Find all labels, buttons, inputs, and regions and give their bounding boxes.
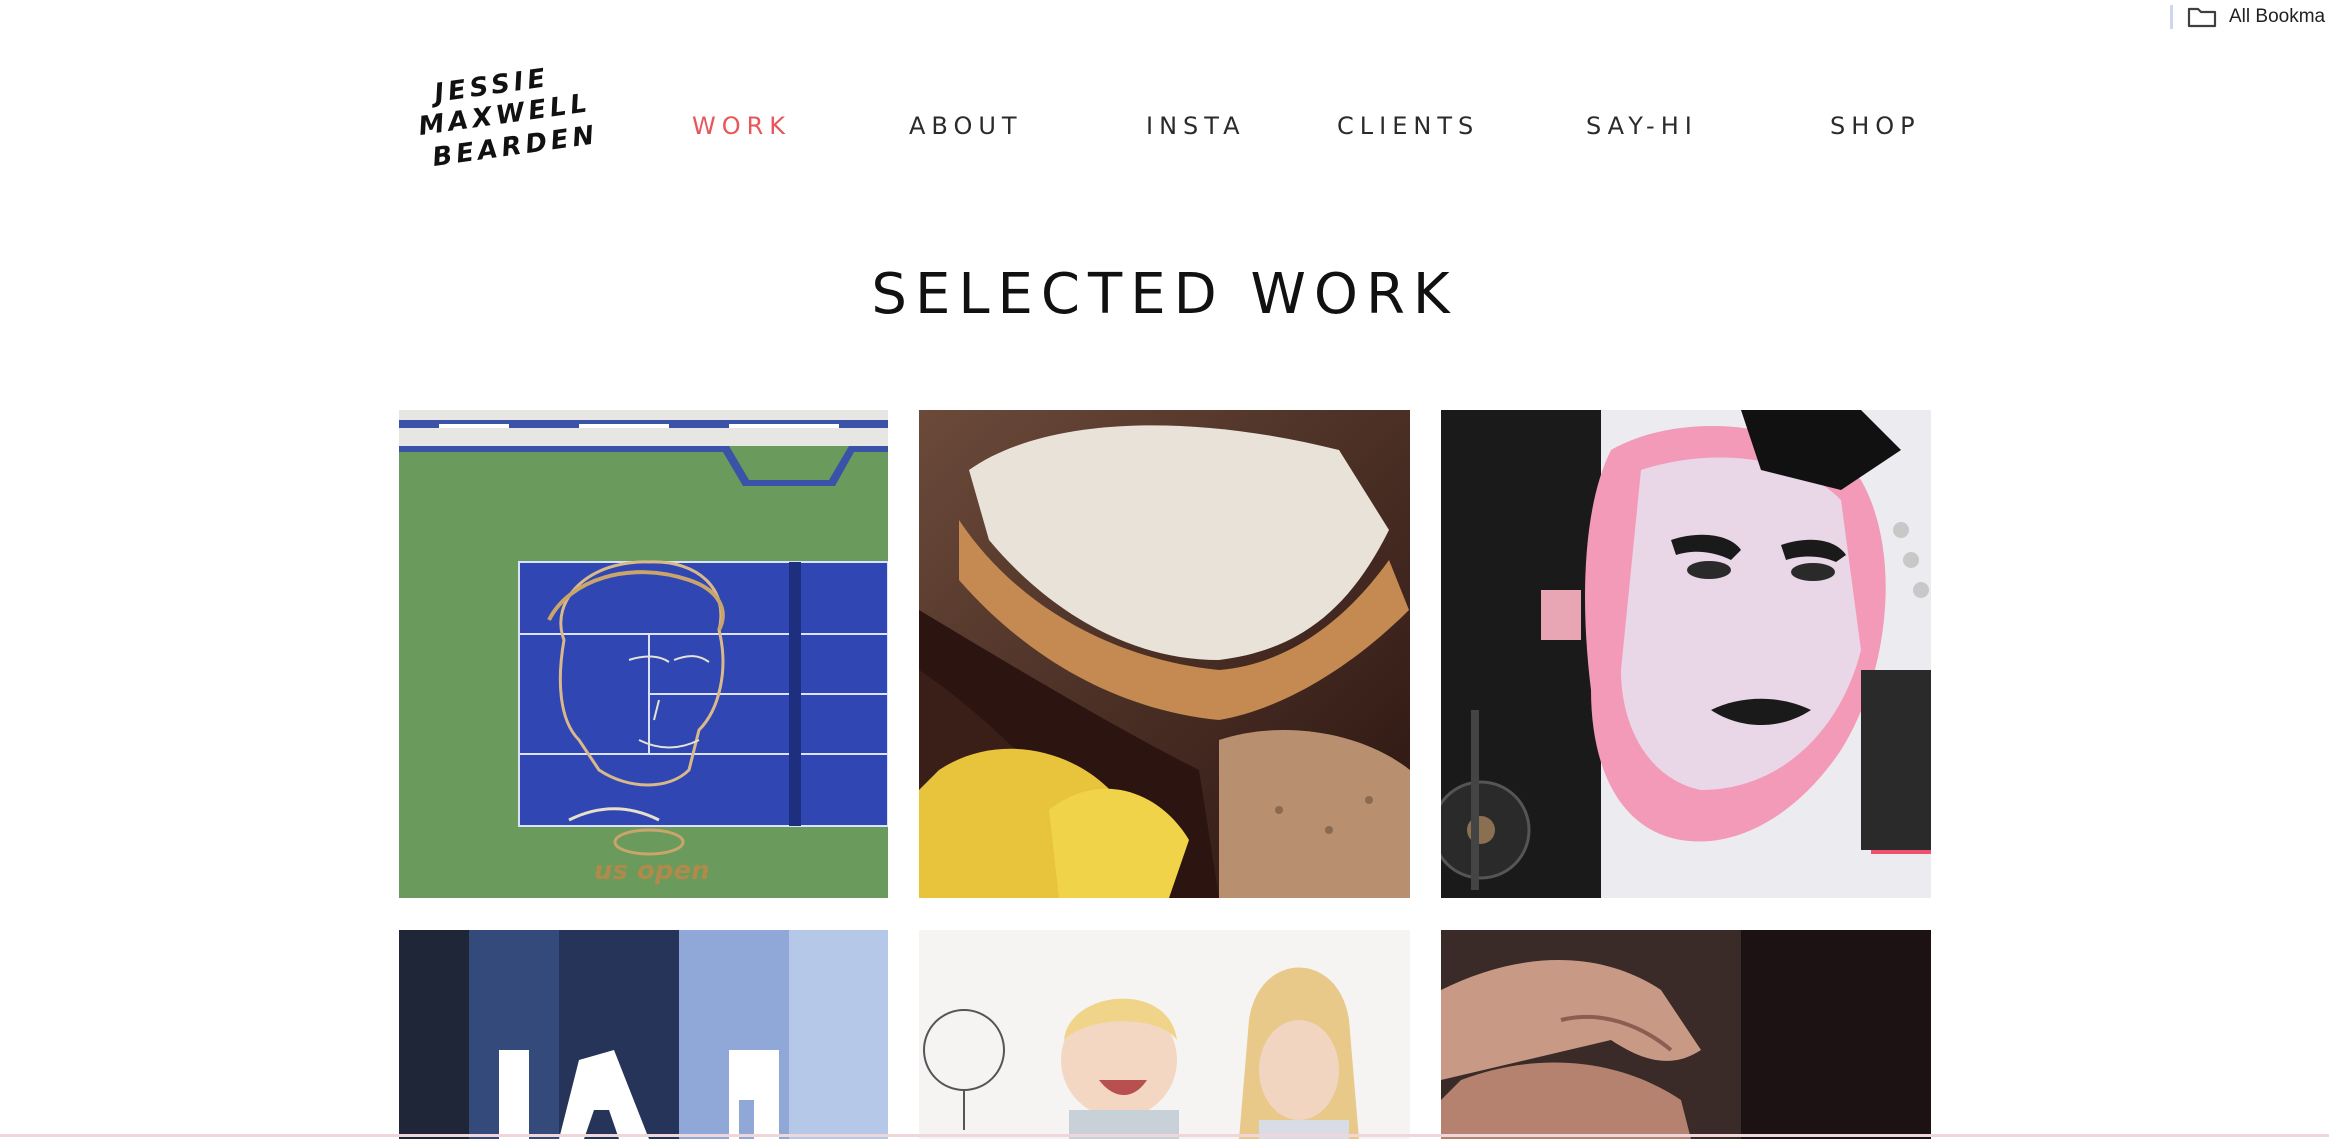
- all-bookmarks-button[interactable]: All Bookma: [2187, 6, 2325, 28]
- gallery-tile-kids[interactable]: [919, 930, 1410, 1139]
- page: All Bookma JESSIE MAXWELL BEARDEN WORK A…: [0, 0, 2329, 1139]
- bookmarks-separator: [2170, 5, 2173, 29]
- gallery-tile-tennis[interactable]: us open: [399, 410, 888, 898]
- tennis-court-image: us open: [399, 410, 888, 898]
- gallery-tile-portrait[interactable]: [1441, 410, 1931, 898]
- main-nav: WORK ABOUT INSTA CLIENTS SAY-HI SHOP: [0, 112, 2329, 148]
- all-bookmarks-label: All Bookma: [2229, 6, 2326, 27]
- denim-image: [399, 930, 888, 1139]
- page-title: SELECTED WORK: [871, 262, 1458, 327]
- folder-icon: [2187, 6, 2217, 28]
- portrait-collage-image: [1441, 410, 1931, 898]
- gallery-tile-denim[interactable]: [399, 930, 888, 1139]
- gallery-tile-hand[interactable]: [1441, 930, 1931, 1139]
- nav-about[interactable]: ABOUT: [909, 112, 1023, 140]
- nav-shop[interactable]: SHOP: [1830, 112, 1921, 140]
- kids-image: [919, 930, 1410, 1139]
- bottom-divider: [0, 1134, 2329, 1137]
- bookmarks-bar: All Bookma: [2170, 0, 2325, 34]
- us-open-caption: us open: [594, 856, 710, 886]
- nav-work[interactable]: WORK: [692, 112, 791, 140]
- nav-clients[interactable]: CLIENTS: [1337, 112, 1479, 140]
- nav-say-hi[interactable]: SAY-HI: [1586, 112, 1698, 140]
- nav-insta[interactable]: INSTA: [1146, 112, 1245, 140]
- hand-image: [1441, 930, 1931, 1139]
- gallery-tile-dessert[interactable]: [919, 410, 1410, 898]
- dessert-image: [919, 410, 1410, 898]
